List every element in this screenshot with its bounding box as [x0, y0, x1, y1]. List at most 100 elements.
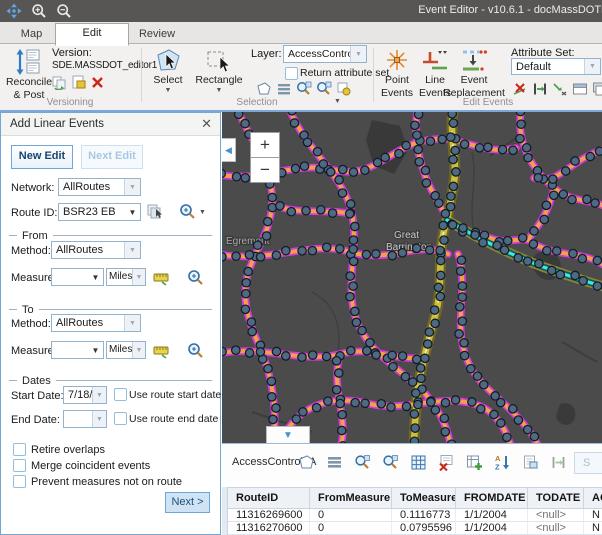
event-point[interactable] — [322, 352, 330, 360]
event-point[interactable] — [248, 327, 256, 335]
reconcile-post-button[interactable]: Reconcile & Post — [3, 48, 55, 102]
event-point[interactable] — [269, 415, 277, 423]
zoom-to-layer-icon[interactable] — [316, 81, 332, 97]
layer-combo-arrow[interactable]: ▼ — [350, 46, 366, 62]
table-sort-icon[interactable]: A Z — [494, 454, 511, 471]
event-point[interactable] — [460, 351, 468, 359]
event-point[interactable] — [303, 138, 311, 146]
from-method-combo-arrow[interactable]: ▼ — [124, 242, 140, 258]
event-point[interactable] — [493, 241, 501, 249]
event-point[interactable] — [267, 377, 275, 385]
event-point[interactable] — [578, 254, 586, 262]
event-point[interactable] — [373, 158, 381, 166]
event-point[interactable] — [264, 217, 272, 225]
to-units-combo[interactable]: Miles ▼ — [106, 341, 146, 359]
event-point[interactable] — [414, 112, 422, 119]
event-point[interactable] — [468, 398, 476, 406]
event-point[interactable] — [349, 245, 357, 253]
event-point[interactable] — [548, 266, 556, 274]
column-header[interactable]: RouteID — [228, 488, 310, 508]
table-pan-selected-icon[interactable] — [382, 454, 399, 471]
event-point[interactable] — [436, 292, 444, 300]
event-point[interactable] — [441, 399, 449, 407]
from-units-combo-arrow[interactable]: ▼ — [132, 269, 145, 285]
event-point[interactable] — [549, 175, 557, 183]
use-route-start-checkbox[interactable] — [114, 388, 127, 401]
table-list-icon[interactable] — [326, 454, 343, 471]
event-point[interactable] — [388, 251, 396, 259]
event-point[interactable] — [372, 351, 380, 359]
layer-combo[interactable]: AccessControl_A ▼ — [283, 45, 367, 63]
column-header[interactable]: AC — [584, 488, 602, 508]
event-point[interactable] — [529, 240, 537, 248]
event-point[interactable] — [509, 146, 517, 154]
event-point[interactable] — [449, 119, 457, 127]
event-point[interactable] — [247, 318, 255, 326]
event-point[interactable] — [473, 372, 481, 380]
column-header[interactable]: ToMeasure — [392, 488, 456, 508]
event-point[interactable] — [591, 199, 599, 207]
event-point[interactable] — [415, 158, 423, 166]
reconcile-icon[interactable] — [52, 75, 67, 90]
event-point[interactable] — [308, 247, 316, 255]
measure-range-icon[interactable] — [532, 81, 548, 97]
event-point[interactable] — [351, 399, 359, 407]
event-point[interactable] — [395, 149, 403, 157]
event-point[interactable] — [339, 165, 347, 173]
event-point[interactable] — [312, 404, 320, 412]
event-point[interactable] — [413, 355, 421, 363]
event-point[interactable] — [497, 398, 505, 406]
table-row[interactable]: 1131627060000.07955961/1/2004<null>N — [228, 522, 602, 535]
event-point[interactable] — [268, 393, 276, 401]
select-dropdown-caret[interactable]: ▼ — [146, 87, 190, 94]
select-tool-button[interactable]: Select ▼ — [146, 48, 190, 94]
event-point[interactable] — [431, 306, 439, 314]
event-point[interactable] — [264, 365, 272, 373]
event-point[interactable] — [426, 246, 434, 254]
event-point[interactable] — [439, 221, 447, 229]
event-point[interactable] — [449, 182, 457, 190]
event-point[interactable] — [514, 254, 522, 262]
route-id-combo[interactable]: BSR23 EB ▼ — [58, 203, 141, 221]
event-point[interactable] — [282, 247, 290, 255]
event-point[interactable] — [411, 121, 419, 129]
event-point[interactable] — [372, 250, 380, 258]
table-measure-icon[interactable] — [550, 454, 567, 471]
event-point[interactable] — [431, 319, 439, 327]
from-method-combo[interactable]: AllRoutes ▼ — [51, 241, 141, 259]
event-point[interactable] — [556, 270, 564, 278]
to-measure-combo[interactable]: ▼ — [51, 341, 104, 359]
map-viewport[interactable]: Egremont Great Barrington ◀ + − ▼ — [222, 112, 602, 443]
event-point[interactable] — [438, 135, 446, 143]
event-point[interactable] — [459, 224, 467, 232]
event-point[interactable] — [568, 195, 576, 203]
collapse-panel-left-button[interactable]: ◀ — [222, 138, 236, 162]
event-point[interactable] — [437, 271, 445, 279]
event-point[interactable] — [352, 318, 360, 326]
event-point[interactable] — [475, 144, 483, 152]
event-point[interactable] — [479, 238, 487, 246]
event-point[interactable] — [452, 168, 460, 176]
event-point[interactable] — [497, 419, 505, 427]
event-point[interactable] — [409, 378, 417, 386]
event-point[interactable] — [402, 141, 410, 149]
table-report-icon[interactable] — [522, 454, 539, 471]
event-point[interactable] — [498, 145, 506, 153]
event-point[interactable] — [504, 237, 512, 245]
event-point[interactable] — [245, 251, 253, 259]
attribute-list-icon[interactable] — [276, 81, 292, 97]
event-point[interactable] — [446, 203, 454, 211]
event-point[interactable] — [292, 415, 300, 423]
event-point[interactable] — [451, 396, 459, 404]
column-header[interactable]: FROMDATE — [456, 488, 528, 508]
event-point[interactable] — [530, 227, 538, 235]
event-point[interactable] — [401, 373, 409, 381]
event-point[interactable] — [503, 433, 511, 441]
attribute-set-combo[interactable]: Default ▼ — [511, 58, 601, 75]
event-point[interactable] — [434, 283, 442, 291]
event-point[interactable] — [436, 246, 444, 254]
column-header[interactable]: FromMeasure — [310, 488, 392, 508]
event-point[interactable] — [484, 143, 492, 151]
event-point[interactable] — [421, 166, 429, 174]
event-point[interactable] — [471, 231, 479, 239]
